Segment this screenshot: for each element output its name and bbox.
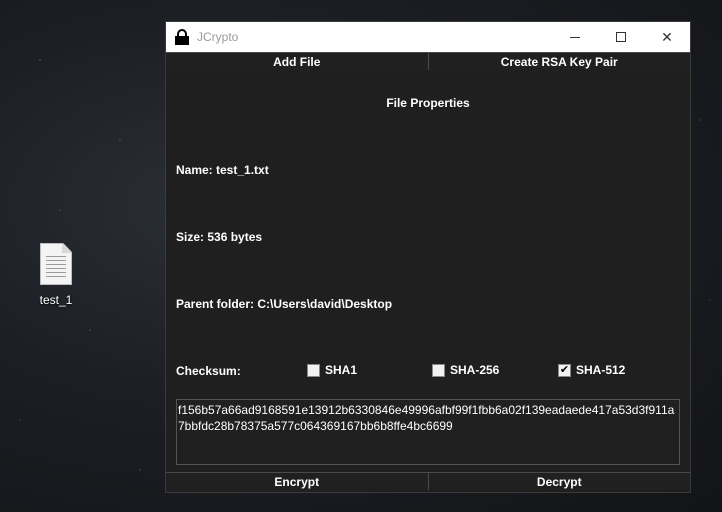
checkbox-box[interactable]: ✔	[558, 363, 571, 377]
parent-folder-label: Parent folder: C:\Users\david\Desktop	[176, 297, 393, 311]
create-rsa-key-pair-button[interactable]: Create RSA Key Pair	[427, 52, 690, 70]
lock-icon	[175, 29, 189, 45]
desktop-file-test1[interactable]: test_1	[28, 243, 84, 307]
window-title: JCrypto	[197, 30, 239, 44]
file-name-label: Name: test_1.txt	[176, 163, 269, 177]
add-file-button[interactable]: Add File	[166, 52, 428, 70]
file-properties-panel: File Properties Name: test_1.txt Size: 5…	[166, 70, 690, 472]
title-bar[interactable]: JCrypto ✕	[166, 22, 690, 52]
checkbox-box[interactable]	[432, 363, 445, 377]
decrypt-button[interactable]: Decrypt	[427, 472, 690, 490]
checkbox-box[interactable]	[307, 363, 320, 377]
maximize-button[interactable]	[598, 22, 644, 52]
sha256-label: SHA-256	[450, 363, 500, 377]
checksum-label: Checksum:	[176, 364, 241, 378]
window-controls: ✕	[552, 22, 690, 52]
sha512-checkbox[interactable]: ✔ SHA-512	[558, 363, 625, 377]
sha256-checkbox[interactable]: SHA-256	[432, 363, 499, 377]
sha1-label: SHA1	[325, 363, 358, 377]
section-title: File Properties	[386, 96, 470, 110]
minimize-icon	[570, 36, 580, 38]
jcrypto-window: JCrypto ✕ Add File Create RSA Key Pair F…	[165, 21, 691, 493]
sha512-label: SHA-512	[576, 363, 626, 377]
check-icon: ✔	[559, 363, 570, 376]
close-button[interactable]: ✕	[644, 22, 690, 52]
text-file-icon	[40, 243, 72, 285]
top-button-row: Add File Create RSA Key Pair	[166, 52, 690, 70]
minimize-button[interactable]	[552, 22, 598, 52]
file-size-label: Size: 536 bytes	[176, 230, 263, 244]
desktop-file-label: test_1	[39, 293, 73, 307]
sha1-checkbox[interactable]: SHA1	[307, 363, 357, 377]
encrypt-button[interactable]: Encrypt	[166, 472, 428, 490]
maximize-icon	[616, 32, 626, 42]
bottom-button-row: Encrypt Decrypt	[166, 472, 690, 490]
close-icon: ✕	[661, 28, 673, 45]
checksum-output[interactable]: f156b57a66ad9168591e13912b6330846e49996a…	[176, 399, 680, 465]
